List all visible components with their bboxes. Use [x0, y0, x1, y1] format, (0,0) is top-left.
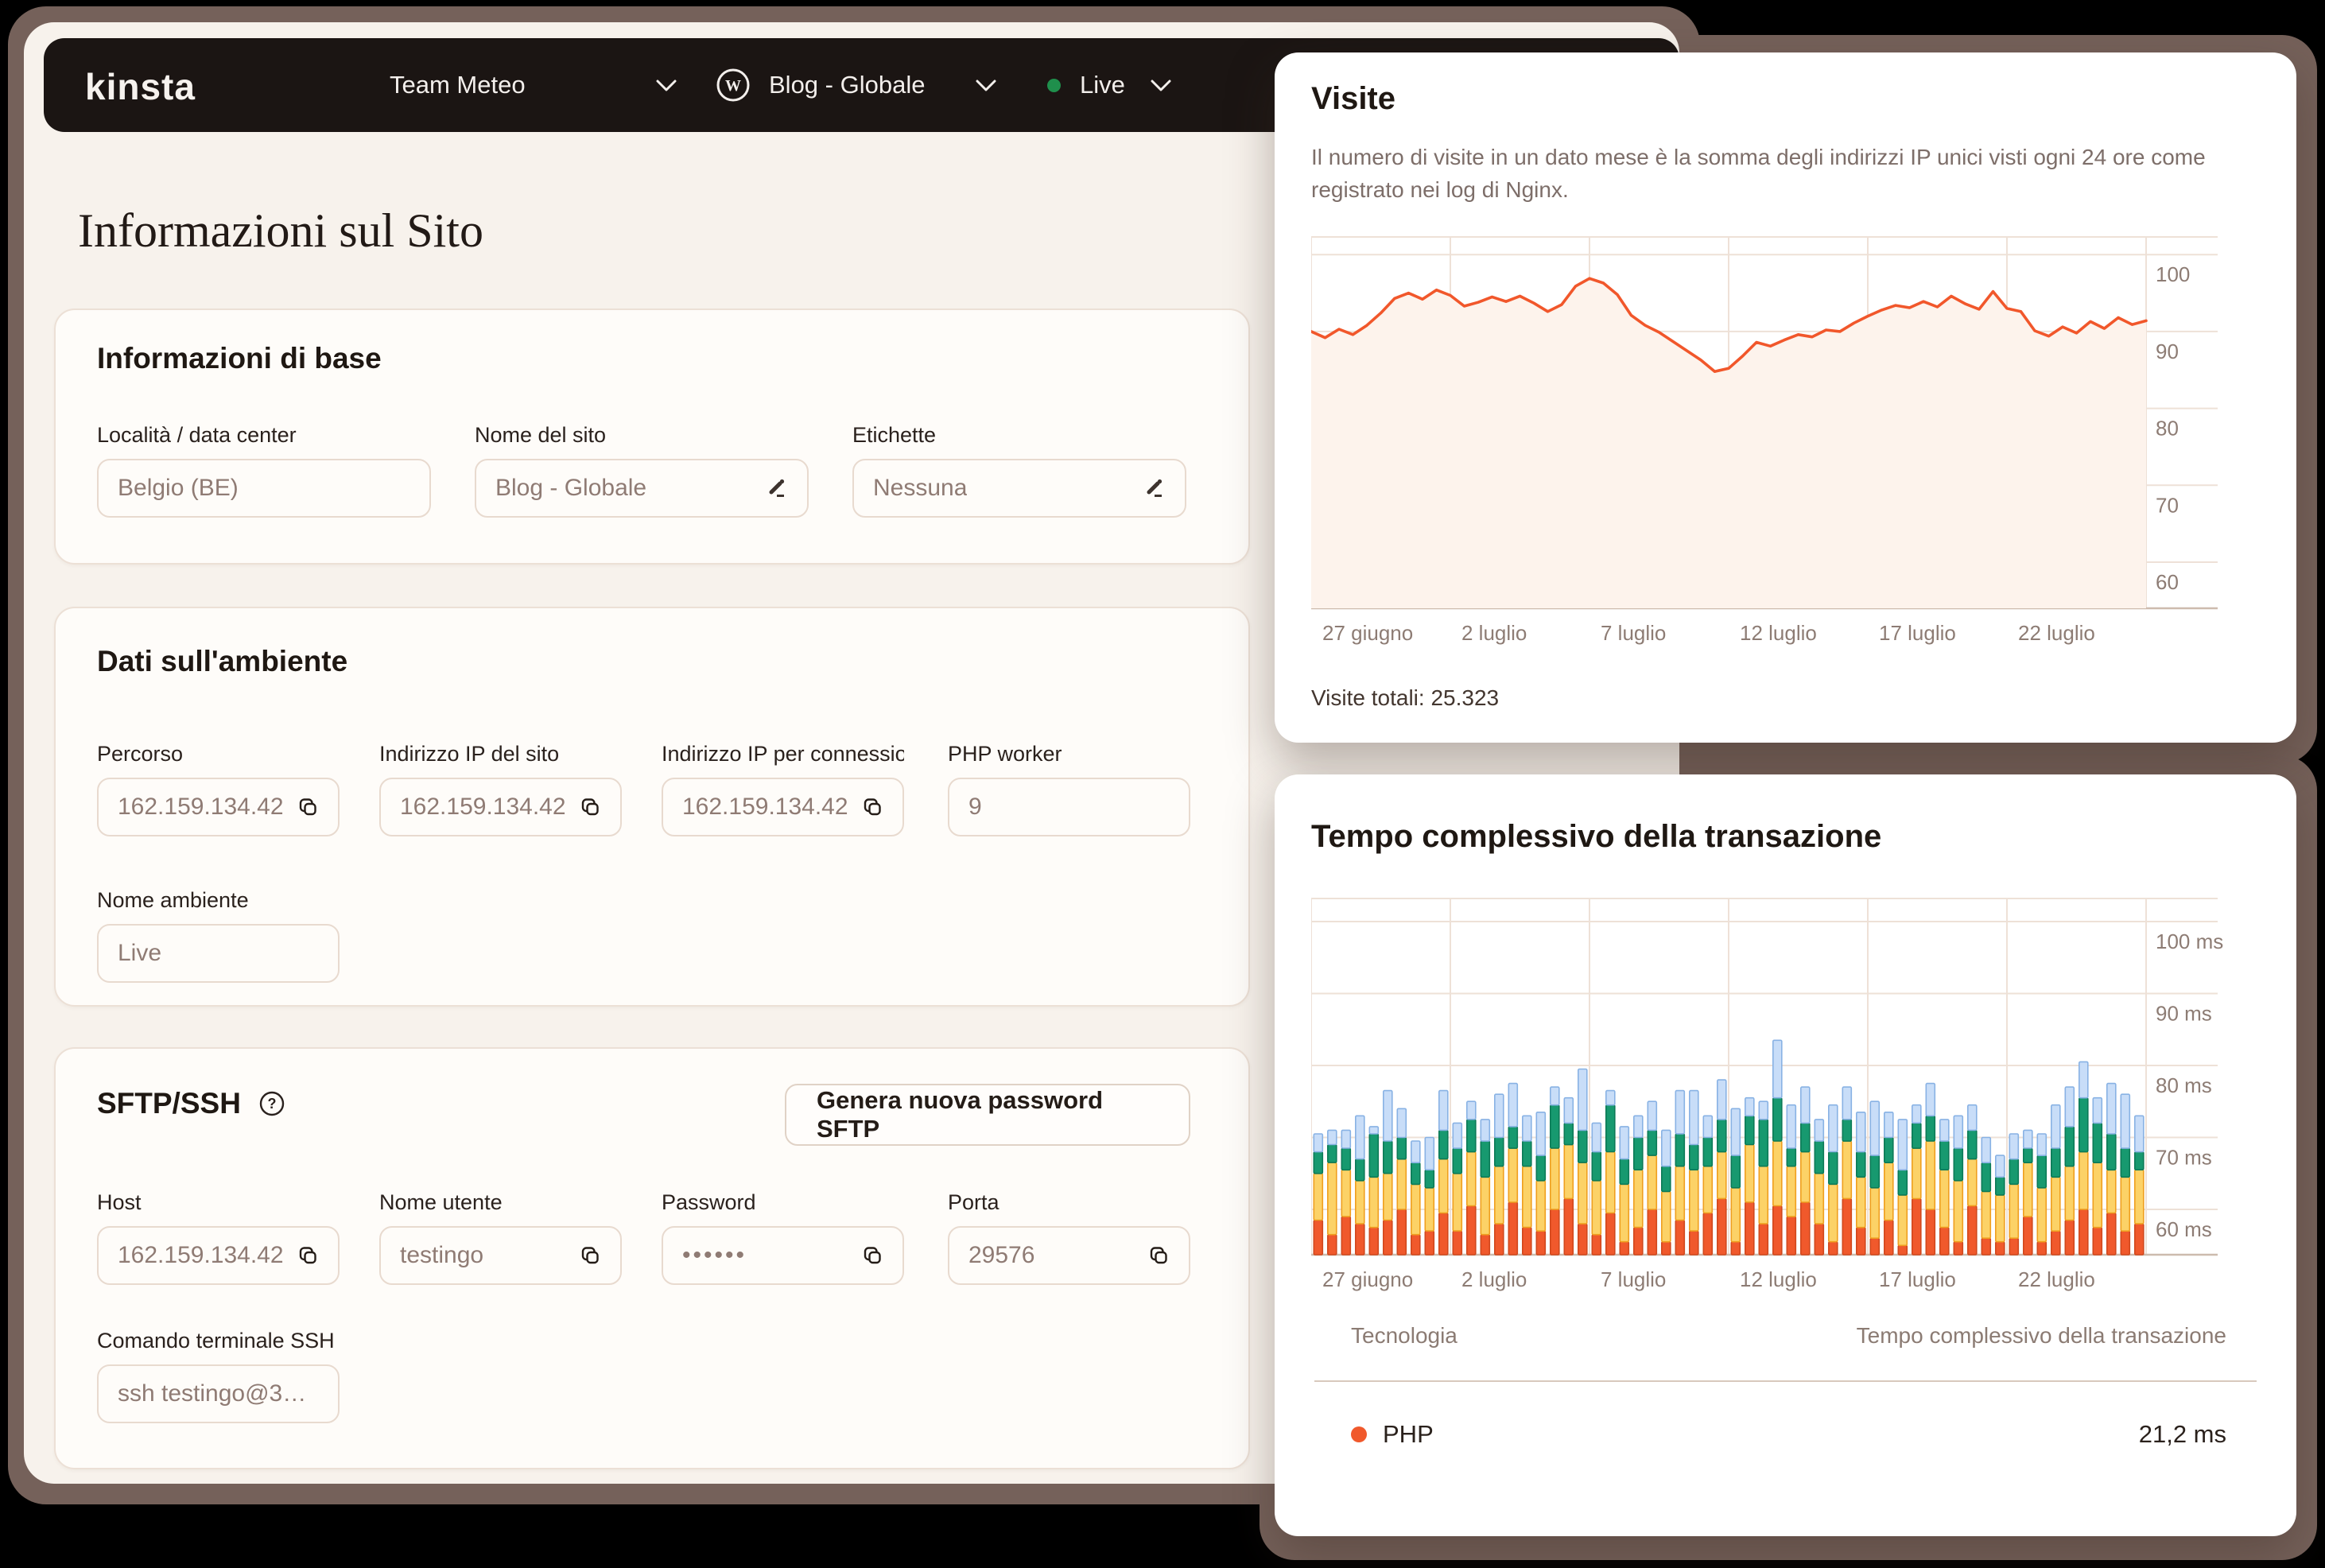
table-row-value: 21,2 ms	[2139, 1420, 2226, 1449]
environment-selector[interactable]: Live	[1080, 38, 1125, 132]
chevron-down-icon[interactable]	[656, 80, 677, 92]
field-label: PHP worker	[948, 742, 1190, 767]
field-label: Etichette	[852, 423, 1186, 448]
svg-text:80 ms: 80 ms	[2156, 1073, 2212, 1097]
table-header-technology: Tecnologia	[1351, 1323, 1457, 1349]
external-ip-field[interactable]: 162.159.134.42	[662, 778, 904, 836]
table-row[interactable]: PHP	[1351, 1420, 1434, 1449]
svg-text:27 giugno: 27 giugno	[1322, 621, 1413, 645]
technology-name: PHP	[1383, 1420, 1434, 1449]
copy-icon[interactable]	[297, 1245, 319, 1267]
chevron-down-icon[interactable]	[976, 80, 996, 92]
field-label: Indirizzo IP per connessioni	[662, 742, 904, 767]
svg-text:60 ms: 60 ms	[2156, 1217, 2212, 1241]
field-label: Località / data center	[97, 423, 431, 448]
svg-text:17 luglio: 17 luglio	[1879, 1267, 1956, 1291]
path-field[interactable]: 162.159.134.42	[97, 778, 340, 836]
table-divider	[1314, 1380, 2257, 1382]
environment-heading: Dati sull'ambiente	[97, 645, 347, 678]
transaction-chart: 100 ms 90 ms 80 ms 70 ms 60 ms 27 giugno 2 lug…	[1311, 894, 2265, 1291]
help-icon[interactable]: ?	[258, 1090, 285, 1117]
field-label: Password	[662, 1190, 904, 1215]
username-field[interactable]: testingo	[379, 1226, 622, 1285]
copy-icon[interactable]	[1148, 1245, 1170, 1267]
team-selector-label: Team Meteo	[390, 71, 526, 99]
wordpress-icon: W	[716, 68, 751, 103]
copy-icon[interactable]	[862, 797, 883, 818]
generate-sftp-password-button[interactable]: Genera nuova password SFTP	[785, 1084, 1190, 1146]
transaction-title: Tempo complessivo della transazione	[1311, 819, 1881, 855]
visits-title: Visite	[1311, 81, 1395, 117]
field-label: Nome utente	[379, 1190, 622, 1215]
ssh-command-field[interactable]: ssh testingo@34.7...	[97, 1364, 340, 1423]
php-worker-field[interactable]: 9	[948, 778, 1190, 836]
field-label: Comando terminale SSH	[97, 1329, 335, 1353]
svg-text:100 ms: 100 ms	[2156, 930, 2223, 953]
svg-text:2 luglio: 2 luglio	[1461, 621, 1527, 645]
kinsta-logo: kinsta	[85, 65, 196, 108]
environment-card: Dati sull'ambiente Percorso 162.159.134.…	[54, 607, 1250, 1007]
svg-text:7 luglio: 7 luglio	[1601, 1267, 1666, 1291]
port-field[interactable]: 29576	[948, 1226, 1190, 1285]
svg-text:100: 100	[2156, 262, 2190, 286]
svg-text:7 luglio: 7 luglio	[1601, 621, 1666, 645]
field-label: Indirizzo IP del sito	[379, 742, 622, 767]
site-selector-label: Blog - Globale	[769, 71, 925, 99]
svg-text:22 luglio: 22 luglio	[2018, 621, 2095, 645]
svg-text:22 luglio: 22 luglio	[2018, 1267, 2095, 1291]
svg-text:12 luglio: 12 luglio	[1740, 1267, 1817, 1291]
svg-text:12 luglio: 12 luglio	[1740, 621, 1817, 645]
screenshot-canvas: kinsta Team Meteo W Blog - Globale Live	[0, 0, 2325, 1568]
svg-text:70 ms: 70 ms	[2156, 1145, 2212, 1169]
table-header-time: Tempo complessivo della transazione	[1857, 1323, 2226, 1349]
visits-description: Il numero di visite in un dato mese è la…	[1311, 142, 2257, 206]
svg-text:2 luglio: 2 luglio	[1461, 1267, 1527, 1291]
edit-icon[interactable]	[766, 477, 788, 499]
svg-text:70: 70	[2156, 493, 2179, 517]
basic-info-heading: Informazioni di base	[97, 342, 382, 375]
field-label: Nome del sito	[475, 423, 809, 448]
live-status-dot	[1047, 79, 1061, 92]
svg-text:90 ms: 90 ms	[2156, 1001, 2212, 1025]
sftp-heading: SFTP/SSH	[97, 1087, 241, 1120]
basic-info-card: Informazioni di base Località / data cen…	[54, 309, 1250, 565]
visits-total: Visite totali: 25.323	[1311, 685, 1499, 711]
copy-icon[interactable]	[862, 1245, 883, 1267]
transaction-card: Tempo complessivo della transazione 100 …	[1275, 774, 2296, 1536]
copy-icon[interactable]	[297, 797, 319, 818]
labels-field[interactable]: Nessuna	[852, 459, 1186, 518]
page-title: Informazioni sul Sito	[78, 204, 483, 258]
team-selector[interactable]: Team Meteo	[390, 38, 526, 132]
copy-icon[interactable]	[580, 797, 601, 818]
site-selector[interactable]: Blog - Globale	[769, 38, 925, 132]
svg-text:17 luglio: 17 luglio	[1879, 621, 1956, 645]
visits-chart: 100 90 80 70 60 27 giugno 2 luglio 7 luglio 12 l…	[1311, 235, 2265, 649]
edit-icon[interactable]	[1143, 477, 1166, 499]
php-legend-dot	[1351, 1426, 1367, 1442]
svg-text:80: 80	[2156, 417, 2179, 441]
chevron-down-icon[interactable]	[1151, 80, 1171, 92]
copy-icon[interactable]	[580, 1245, 601, 1267]
host-field[interactable]: 162.159.134.42	[97, 1226, 340, 1285]
svg-text:27 giugno: 27 giugno	[1322, 1267, 1413, 1291]
field-label: Porta	[948, 1190, 1190, 1215]
site-ip-field[interactable]: 162.159.134.42	[379, 778, 622, 836]
environment-selector-label: Live	[1080, 71, 1125, 99]
svg-text:W: W	[725, 77, 741, 95]
datacenter-field[interactable]: Belgio (BE)	[97, 459, 431, 518]
field-label: Percorso	[97, 742, 340, 767]
svg-text:?: ?	[267, 1096, 276, 1112]
environment-name-field[interactable]: Live	[97, 924, 340, 983]
svg-text:60: 60	[2156, 570, 2179, 594]
password-field[interactable]: ••••••	[662, 1226, 904, 1285]
field-label: Host	[97, 1190, 340, 1215]
svg-text:90: 90	[2156, 340, 2179, 363]
sftp-card: SFTP/SSH ? Genera nuova password SFTP Ho…	[54, 1047, 1250, 1469]
site-name-field[interactable]: Blog - Globale	[475, 459, 809, 518]
field-label: Nome ambiente	[97, 888, 340, 913]
visits-card: Visite Il numero di visite in un dato me…	[1275, 52, 2296, 743]
